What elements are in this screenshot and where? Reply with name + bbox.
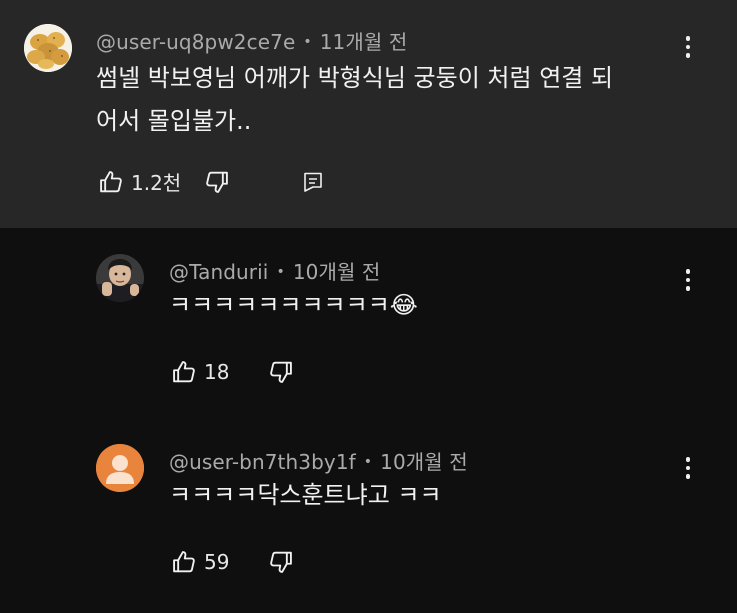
comment-actions: 1.2천 [97,167,325,196]
comment-avatar[interactable] [24,24,72,72]
kebab-dot [685,269,691,274]
comment-avatar[interactable] [96,444,144,492]
like-button[interactable]: 18 [170,358,229,386]
kebab-dot [685,465,691,471]
more-actions-button[interactable] [678,453,698,483]
comment-time[interactable]: 10개월 전 [293,260,381,284]
kebab-dot [685,53,691,58]
like-count: 59 [204,550,230,574]
comment-author[interactable]: @user-bn7th3by1f [169,450,356,474]
comment-author[interactable]: @Tandurii [169,260,268,284]
separator-dot: • [303,34,312,50]
thumbs-up-icon [97,168,125,196]
highlighted-comment: @user-uq8pw2ce7e • 11개월 전 썸넬 박보영님 어깨가 박형식님… [0,0,737,228]
comment-text: ㅋㅋㅋㅋㅋㅋㅋㅋㅋㅋ😂 [169,291,418,319]
separator-dot: • [363,454,373,470]
separator-dot: • [276,264,285,280]
comment-meta: @Tandurii • 10개월 전 [169,256,380,285]
comment-text: 썸넬 박보영님 어깨가 박형식님 궁둥이 처럼 연결 되 어서 몰입불가.. [96,64,614,135]
like-count: 1.2천 [131,171,182,195]
more-actions-button[interactable] [678,32,698,62]
default-user-avatar-icon [96,444,144,492]
photo-avatar-icon [96,254,144,302]
thumbs-down-icon[interactable] [267,358,295,386]
thumbs-down-icon[interactable] [267,548,295,576]
thumbs-up-icon [170,548,198,576]
comment-actions: 59 [170,548,295,576]
like-button[interactable]: 1.2천 [97,167,181,196]
comment-meta: @user-bn7th3by1f • 10개월 전 [169,446,468,475]
kebab-dot [685,277,691,283]
thumbs-down-icon[interactable] [203,168,231,196]
comment-meta: @user-uq8pw2ce7e • 11개월 전 [96,26,407,55]
comment-actions: 18 [170,358,295,386]
reply-comment: @Tandurii • 10개월 전 ㅋㅋㅋㅋㅋㅋㅋㅋㅋㅋ😂 18 [0,228,737,418]
like-button[interactable]: 59 [170,548,229,576]
comment-text: ㅋㅋㅋㅋ닥스훈트냐고 ㅋㅋ [169,481,442,509]
thumbs-up-icon [170,358,198,386]
comment-author[interactable]: @user-uq8pw2ce7e [96,30,295,54]
potatoes-avatar-icon [24,24,72,72]
reply-icon[interactable] [301,170,325,194]
kebab-dot [685,36,691,41]
comment-avatar[interactable] [96,254,144,302]
comments-section: @user-uq8pw2ce7e • 11개월 전 썸넬 박보영님 어깨가 박형식님… [0,0,737,613]
comment-time[interactable]: 11개월 전 [320,30,408,54]
comment-time[interactable]: 10개월 전 [380,450,468,474]
reply-comment: @user-bn7th3by1f • 10개월 전 ㅋㅋㅋㅋ닥스훈트냐고 ㅋㅋ 59 [0,418,737,613]
kebab-dot [685,44,691,50]
more-actions-button[interactable] [678,265,698,295]
like-count: 18 [204,360,230,384]
kebab-dot [685,474,691,479]
kebab-dot [685,457,691,462]
kebab-dot [685,286,691,291]
